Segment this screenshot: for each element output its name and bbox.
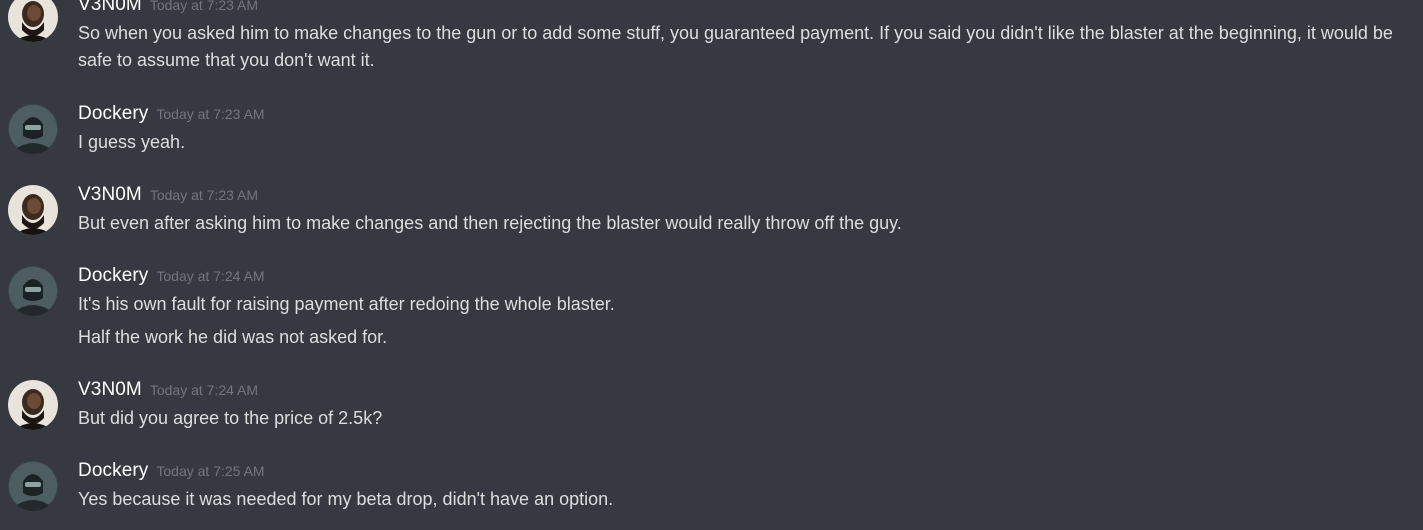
bearded-man-avatar-icon[interactable] — [8, 185, 58, 235]
message-header: Dockery Today at 7:25 AM — [78, 460, 265, 484]
username[interactable]: Dockery — [78, 103, 148, 124]
username[interactable]: Dockery — [78, 265, 148, 286]
message-header: V3N0M Today at 7:24 AM — [78, 379, 258, 403]
message-text: But even after asking him to make change… — [78, 213, 902, 233]
timestamp: Today at 7:25 AM — [156, 463, 265, 479]
bearded-man-avatar-icon[interactable] — [8, 0, 58, 42]
username[interactable]: V3N0M — [78, 379, 142, 400]
message-text: But did you agree to the price of 2.5k? — [78, 408, 383, 428]
message-header: V3N0M Today at 7:23 AM — [78, 184, 258, 208]
timestamp: Today at 7:23 AM — [149, 187, 259, 203]
message-header: Dockery Today at 7:24 AM — [78, 265, 265, 289]
username[interactable]: V3N0M — [78, 0, 142, 15]
timestamp: Today at 7:23 AM — [156, 106, 265, 122]
message-text: It's his own fault for raising payment a… — [78, 294, 615, 314]
username[interactable]: Dockery — [78, 460, 148, 481]
helmet-trooper-avatar-icon[interactable] — [8, 266, 58, 316]
message-text: Yes because it was needed for my beta dr… — [78, 489, 614, 509]
chat-message-list: V3N0M Today at 7:23 AM So when you asked … — [0, 0, 1423, 530]
message-text: I guess yeah. — [78, 132, 186, 152]
message-text: So when you asked him to make changes to… — [78, 23, 1393, 70]
timestamp: Today at 7:23 AM — [149, 0, 259, 13]
timestamp: Today at 7:24 AM — [156, 268, 265, 284]
username[interactable]: V3N0M — [78, 184, 142, 205]
helmet-trooper-avatar-icon[interactable] — [8, 461, 58, 511]
timestamp: Today at 7:24 AM — [149, 382, 259, 398]
message-header: V3N0M Today at 7:23 AM — [78, 0, 258, 18]
message-text: Half the work he did was not asked for. — [78, 327, 388, 347]
message-header: Dockery Today at 7:23 AM — [78, 103, 265, 127]
bearded-man-avatar-icon[interactable] — [8, 380, 58, 430]
helmet-trooper-avatar-icon[interactable] — [8, 104, 58, 154]
